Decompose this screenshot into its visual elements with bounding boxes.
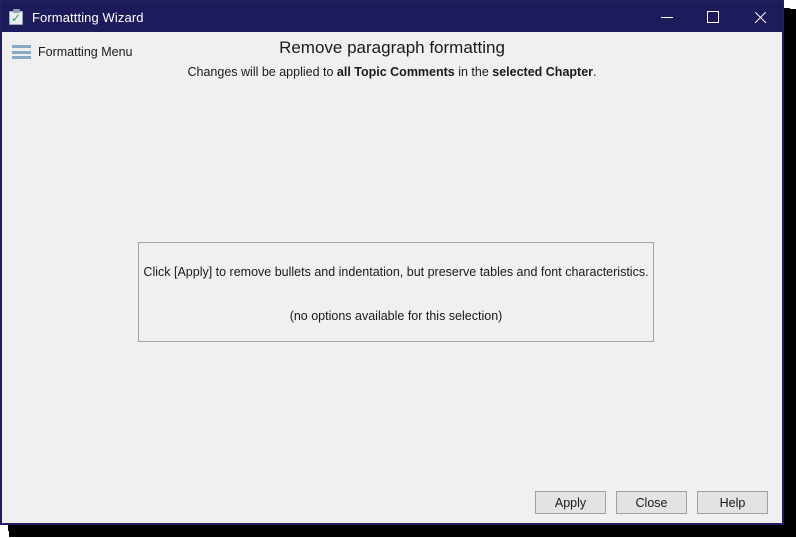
window-drop-shadow-bottom — [8, 525, 796, 537]
clipboard-check-icon: ✓ — [9, 9, 23, 25]
options-panel: Click [Apply] to remove bullets and inde… — [138, 242, 654, 342]
apply-button[interactable]: Apply — [535, 491, 606, 514]
shadow-taper — [790, 0, 796, 9]
close-button[interactable] — [736, 2, 782, 32]
screenshot-root: ✓ Formattting Wizard Formatting Menu Rem… — [0, 0, 796, 538]
close-dialog-button[interactable]: Close — [616, 491, 687, 514]
subtitle-bold-1: all Topic Comments — [336, 65, 455, 79]
subtitle-text-2: in the — [454, 65, 493, 79]
help-button[interactable]: Help — [697, 491, 768, 514]
subtitle-text-1: Changes will be applied to — [187, 65, 337, 79]
dialog-button-bar: Apply Close Help — [535, 491, 768, 514]
page-title: Remove paragraph formatting — [279, 38, 505, 57]
client-area: Formatting Menu Remove paragraph formatt… — [2, 32, 782, 523]
shadow-taper — [0, 531, 9, 538]
options-empty-notice: (no options available for this selection… — [289, 309, 503, 323]
application-window: ✓ Formattting Wizard Formatting Menu Rem… — [0, 0, 784, 525]
subtitle-text-3: . — [593, 65, 597, 79]
window-drop-shadow-right — [784, 8, 796, 537]
minimize-icon — [661, 16, 673, 18]
title-bar[interactable]: ✓ Formattting Wizard — [2, 2, 782, 32]
close-icon — [753, 11, 766, 24]
minimize-button[interactable] — [644, 2, 690, 32]
options-description: Click [Apply] to remove bullets and inde… — [143, 265, 649, 279]
page-subtitle: Changes will be applied to all Topic Com… — [2, 65, 782, 79]
window-title: Formattting Wizard — [32, 9, 144, 25]
maximize-icon — [707, 11, 719, 23]
maximize-button[interactable] — [690, 2, 736, 32]
subtitle-bold-2: selected Chapter — [492, 65, 594, 79]
